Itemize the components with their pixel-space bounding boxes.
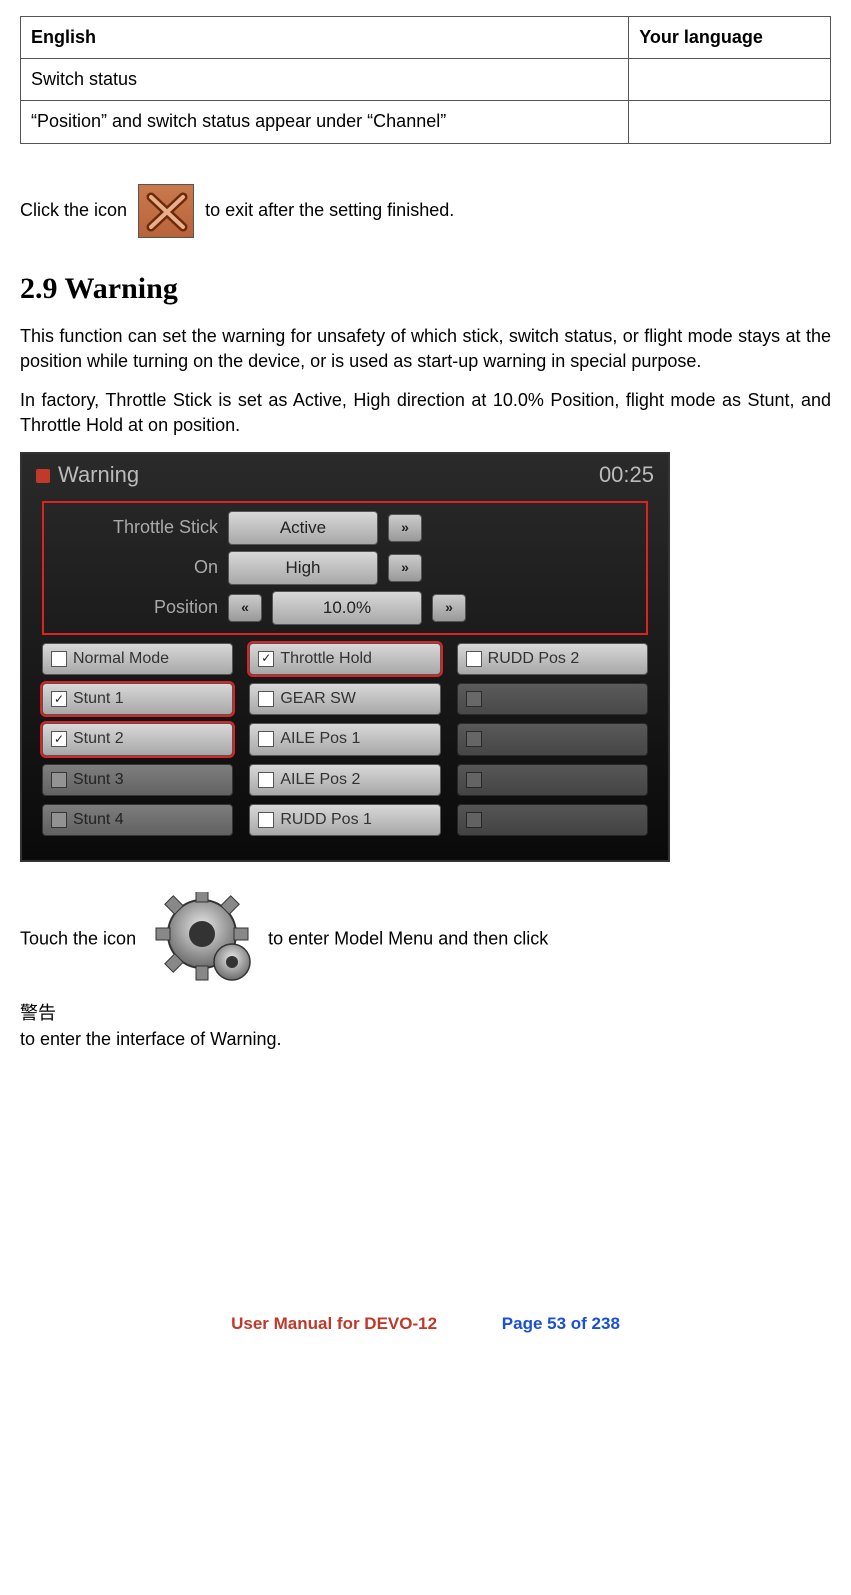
mode-option-label: AILE Pos 1 [280,728,360,750]
warning-description-1: This function can set the warning for un… [20,324,831,374]
mode-option-label: RUDD Pos 1 [280,809,372,831]
warning-siren-icon [561,897,641,982]
page-footer: User Manual for DEVO-12 Page 53 of 238 [20,1312,831,1336]
mode-option[interactable]: GEAR SW [249,683,440,715]
throttle-stick-label: Throttle Stick [48,515,218,540]
table-row: “Position” and switch status appear unde… [21,101,831,143]
warn-icon-label: 警告 [20,1001,831,1026]
on-label: On [48,555,218,580]
screen-time: 00:25 [599,460,654,491]
mode-option[interactable] [457,723,648,755]
mode-option[interactable]: Stunt 3 [42,764,233,796]
on-value[interactable]: High [228,551,378,585]
table-row: Switch status [21,59,831,101]
mode-option-label: Throttle Hold [280,648,372,670]
footer-title: User Manual for DEVO-12 [231,1314,437,1333]
mode-grid: Normal Mode Throttle Hold RUDD Pos 2 Stunt … [22,635,668,849]
section-heading: 2.9 Warning [20,268,831,310]
text: to exit after the setting finished. [205,199,454,219]
screen-title: Warning [58,460,139,491]
next-icon[interactable]: » [432,594,466,622]
mode-option[interactable] [457,764,648,796]
checkbox-icon[interactable] [258,772,274,788]
checkbox-icon[interactable] [466,731,482,747]
mode-option[interactable]: Throttle Hold [249,643,440,675]
checkbox-icon[interactable] [258,731,274,747]
checkbox-icon[interactable] [51,812,67,828]
footer-page: Page 53 of 238 [502,1314,620,1333]
prev-icon[interactable]: « [228,594,262,622]
throttle-stick-value[interactable]: Active [228,511,378,545]
mode-option-label: Stunt 1 [73,688,124,710]
record-icon [36,469,50,483]
checkbox-icon[interactable] [51,691,67,707]
text: Touch the icon [20,929,141,949]
text: to enter Model Menu and then click [268,929,553,949]
mode-option[interactable] [457,804,648,836]
mode-option-label: GEAR SW [280,688,356,710]
mode-option[interactable]: RUDD Pos 1 [249,804,440,836]
checkbox-icon[interactable] [466,651,482,667]
text: to enter the interface of Warning. [20,1029,281,1049]
text: Click the icon [20,199,127,219]
mode-option-label: AILE Pos 2 [280,769,360,791]
mode-option-label: Stunt 3 [73,769,124,791]
warning-screen-photo: Warning 00:25 Throttle Stick Active » On… [20,452,670,862]
mode-option[interactable]: RUDD Pos 2 [457,643,648,675]
gear-icon [147,892,257,987]
cell-blank [629,101,831,143]
mode-option[interactable]: AILE Pos 2 [249,764,440,796]
cell-switch-status: Switch status [21,59,629,101]
click-exit-paragraph: Click the icon to exit after the setting… [20,184,831,238]
mode-option[interactable]: Stunt 4 [42,804,233,836]
next-icon[interactable]: » [388,514,422,542]
touch-paragraph: Touch the icon [20,892,831,987]
mode-option-label: Stunt 4 [73,809,124,831]
checkbox-icon[interactable] [466,812,482,828]
checkbox-icon[interactable] [258,651,274,667]
position-value[interactable]: 10.0% [272,591,422,625]
checkbox-icon[interactable] [51,651,67,667]
warning-description-2: In factory, Throttle Stick is set as Act… [20,388,831,438]
next-icon[interactable]: » [388,554,422,582]
checkbox-icon[interactable] [466,691,482,707]
mode-option[interactable]: AILE Pos 1 [249,723,440,755]
mode-option-label: Stunt 2 [73,728,124,750]
mode-option-label: RUDD Pos 2 [488,648,580,670]
checkbox-icon[interactable] [258,812,274,828]
mode-option[interactable]: Normal Mode [42,643,233,675]
mode-option-label: Normal Mode [73,648,169,670]
th-yourlang: Your language [629,17,831,59]
mode-option[interactable] [457,683,648,715]
checkbox-icon[interactable] [51,772,67,788]
th-english: English [21,17,629,59]
cell-position-channel: “Position” and switch status appear unde… [21,101,629,143]
mode-option[interactable]: Stunt 2 [42,723,233,755]
position-label: Position [48,595,218,620]
cell-blank [629,59,831,101]
screen-header: Warning 00:25 [22,454,668,497]
mode-option[interactable]: Stunt 1 [42,683,233,715]
highlighted-controls: Throttle Stick Active » On High » Positi… [42,501,648,634]
checkbox-icon[interactable] [258,691,274,707]
exit-icon [138,184,194,238]
translation-table: English Your language Switch status “Pos… [20,16,831,144]
checkbox-icon[interactable] [51,731,67,747]
checkbox-icon[interactable] [466,772,482,788]
